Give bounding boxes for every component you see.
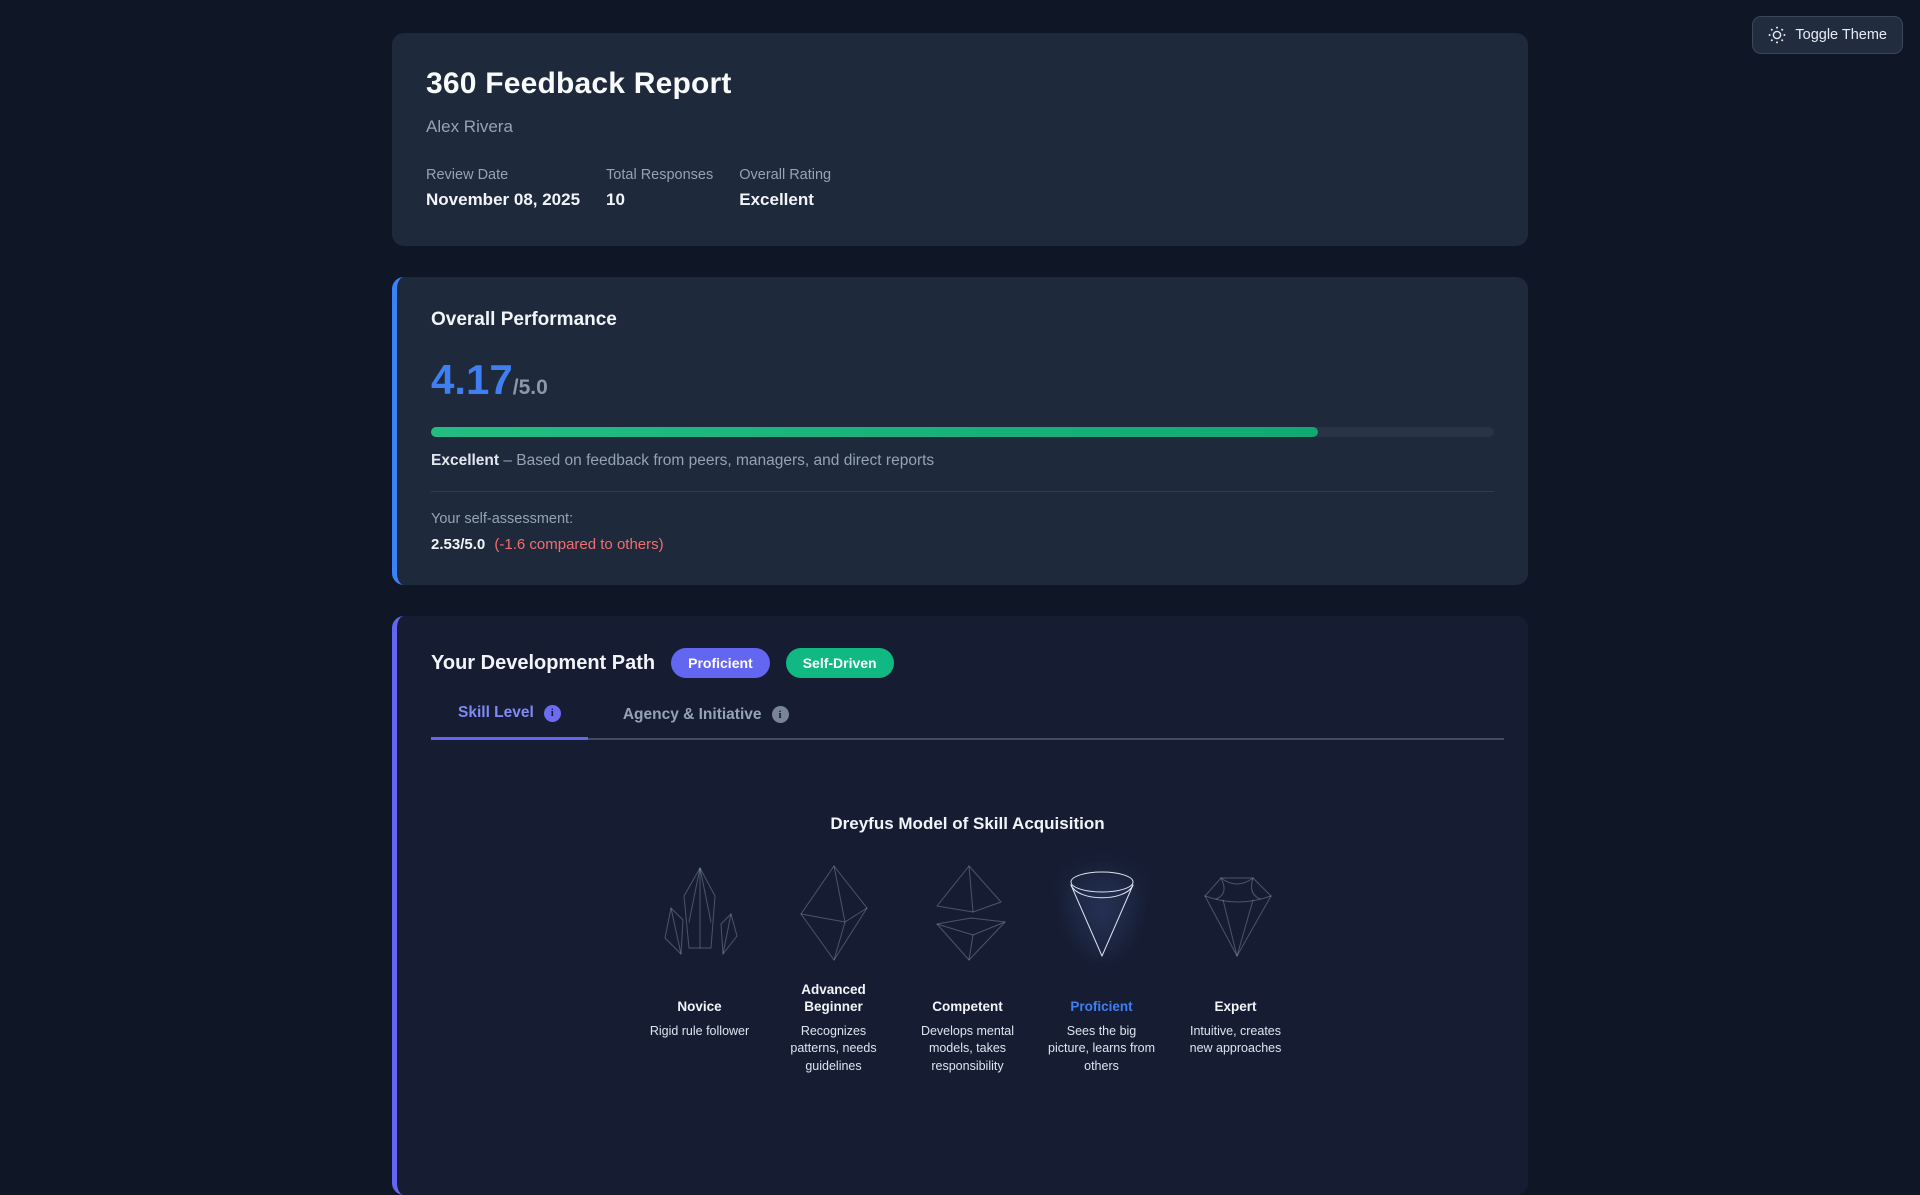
rating-label: Excellent xyxy=(431,452,499,469)
self-assessment-line: 2.53/5.0 (-1.6 compared to others) xyxy=(431,536,1494,553)
overall-performance-card: Overall Performance 4.17 /5.0 Excellent … xyxy=(392,277,1528,585)
meta-label: Overall Rating xyxy=(739,167,831,183)
tab-label: Agency & Initiative xyxy=(623,706,762,724)
tab-label: Skill Level xyxy=(458,704,534,722)
meta-total-responses: Total Responses 10 xyxy=(606,167,713,210)
stage-desc: Rigid rule follower xyxy=(650,1023,749,1040)
divider xyxy=(431,491,1494,492)
dreyfus-stage-row: Novice Rigid rule follower Advanced Begi… xyxy=(431,860,1504,1075)
overall-progress-bar xyxy=(431,427,1494,437)
toggle-theme-label: Toggle Theme xyxy=(1795,27,1887,43)
stage-desc: Recognizes patterns, needs guidelines xyxy=(779,1023,889,1075)
report-meta-row: Review Date November 08, 2025 Total Resp… xyxy=(426,167,1494,210)
stage-desc: Sees the big picture, learns from others xyxy=(1047,1023,1157,1075)
meta-value: Excellent xyxy=(739,190,831,210)
overall-score: 4.17 /5.0 xyxy=(431,359,1494,401)
proficient-badge: Proficient xyxy=(671,648,770,678)
stage-name: Competent xyxy=(932,980,1003,1016)
tab-agency-initiative[interactable]: Agency & Initiative i xyxy=(596,704,816,740)
stage-name: Advanced Beginner xyxy=(779,980,889,1016)
stage-name: Novice xyxy=(677,980,721,1016)
dreyfus-model-section: Dreyfus Model of Skill Acquisition Novic… xyxy=(431,814,1504,1075)
overall-performance-title: Overall Performance xyxy=(431,309,1494,331)
stage-competent: Competent Develops mental models, takes … xyxy=(913,860,1023,1075)
stage-advanced-beginner: Advanced Beginner Recognizes patterns, n… xyxy=(779,860,889,1075)
info-icon[interactable]: i xyxy=(544,705,561,722)
development-title: Your Development Path xyxy=(431,652,655,675)
crystal-cluster-icon xyxy=(655,860,745,964)
meta-value: 10 xyxy=(606,190,713,210)
tab-skill-level[interactable]: Skill Level i xyxy=(431,704,588,740)
report-header-card: 360 Feedback Report Alex Rivera Review D… xyxy=(392,33,1528,246)
stage-desc: Intuitive, creates new approaches xyxy=(1181,1023,1291,1058)
page-title: 360 Feedback Report xyxy=(426,67,1494,101)
stage-novice: Novice Rigid rule follower xyxy=(645,860,755,1075)
octahedron-icon xyxy=(789,860,879,964)
rating-summary: Excellent – Based on feedback from peers… xyxy=(431,452,1494,470)
stage-name: Proficient xyxy=(1070,980,1132,1016)
report-page: 360 Feedback Report Alex Rivera Review D… xyxy=(392,0,1528,1195)
brilliant-diamond-icon xyxy=(1191,860,1281,964)
development-title-row: Your Development Path Proficient Self-Dr… xyxy=(431,648,1504,678)
cone-gem-icon xyxy=(1057,860,1147,964)
rating-desc: – Based on feedback from peers, managers… xyxy=(499,452,934,469)
dreyfus-title: Dreyfus Model of Skill Acquisition xyxy=(431,814,1504,834)
score-scale: /5.0 xyxy=(513,376,548,400)
self-assessment-score: 2.53/5.0 xyxy=(431,536,485,553)
sun-icon xyxy=(1768,26,1786,44)
meta-value: November 08, 2025 xyxy=(426,190,580,210)
meta-review-date: Review Date November 08, 2025 xyxy=(426,167,580,210)
development-tabs: Skill Level i Agency & Initiative i xyxy=(431,704,1504,740)
stage-expert: Expert Intuitive, creates new approaches xyxy=(1181,860,1291,1075)
split-octahedron-icon xyxy=(923,860,1013,964)
stage-name: Expert xyxy=(1214,980,1256,1016)
stage-desc: Develops mental models, takes responsibi… xyxy=(913,1023,1023,1075)
self-driven-badge: Self-Driven xyxy=(786,648,894,678)
self-assessment-label: Your self-assessment: xyxy=(431,511,1494,527)
meta-label: Review Date xyxy=(426,167,580,183)
self-assessment-delta: (-1.6 compared to others) xyxy=(494,536,663,553)
info-icon[interactable]: i xyxy=(772,706,789,723)
toggle-theme-button[interactable]: Toggle Theme xyxy=(1752,16,1903,54)
overall-progress-fill xyxy=(431,427,1318,437)
development-path-card: Your Development Path Proficient Self-Dr… xyxy=(392,616,1528,1195)
stage-proficient: Proficient Sees the big picture, learns … xyxy=(1047,860,1157,1075)
score-value: 4.17 xyxy=(431,359,513,401)
meta-overall-rating: Overall Rating Excellent xyxy=(739,167,831,210)
meta-label: Total Responses xyxy=(606,167,713,183)
employee-name: Alex Rivera xyxy=(426,117,1494,137)
